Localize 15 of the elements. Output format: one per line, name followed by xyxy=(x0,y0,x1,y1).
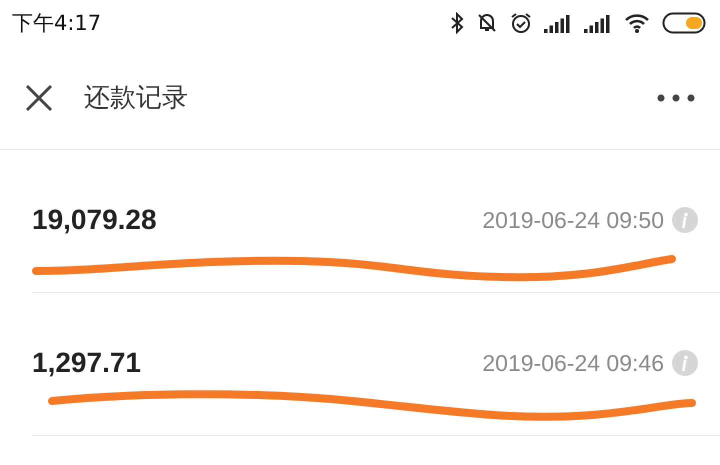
record-time: 2019-06-24 09:50 xyxy=(482,206,664,234)
amount: 1,297.71 xyxy=(32,347,141,379)
battery-icon xyxy=(662,12,708,34)
bluetooth-icon xyxy=(450,12,464,34)
page-title: 还款记录 xyxy=(84,82,189,115)
muted-bell-icon xyxy=(476,12,498,34)
amount: 19,079.28 xyxy=(32,204,157,236)
alarm-icon xyxy=(510,12,532,34)
signal-icon xyxy=(584,13,612,33)
close-button[interactable] xyxy=(24,82,54,112)
more-button[interactable] xyxy=(656,92,696,102)
signal-icon xyxy=(544,13,572,33)
record-time: 2019-06-24 09:46 xyxy=(482,350,664,376)
status-time: 下午4:17 xyxy=(12,10,102,37)
wifi-icon xyxy=(624,12,650,34)
